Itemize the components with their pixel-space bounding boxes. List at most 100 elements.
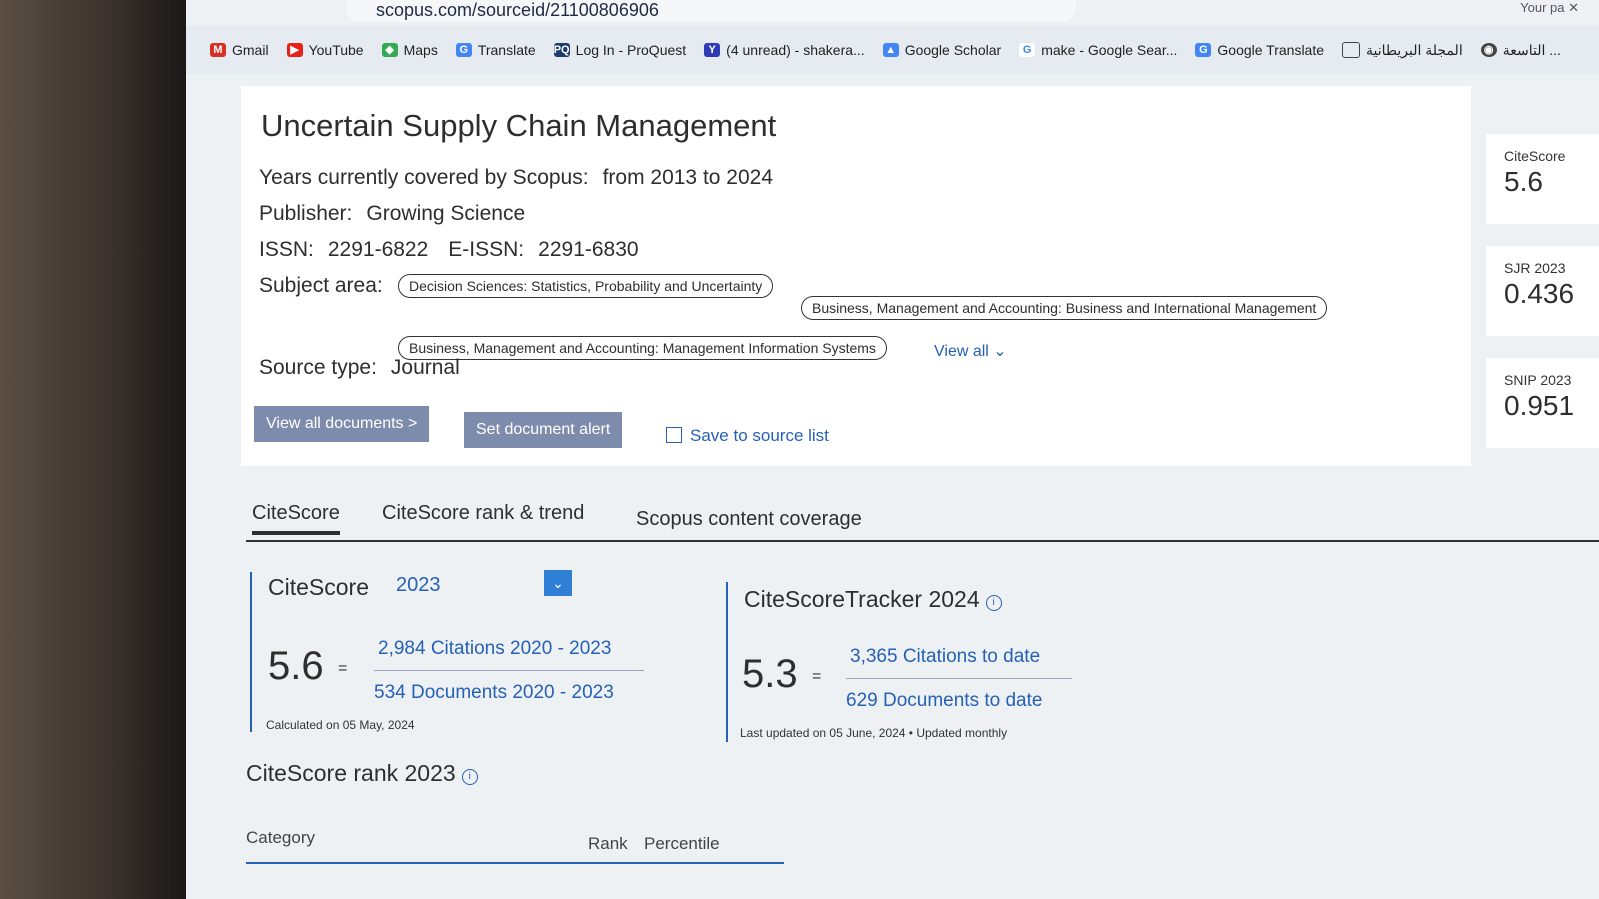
- globe-icon: ◉: [1480, 43, 1497, 57]
- issn-label: ISSN:: [259, 238, 314, 261]
- bookmark-label: Translate: [477, 42, 536, 58]
- tab-citescore-rank-trend[interactable]: CiteScore rank & trend: [382, 502, 584, 525]
- bookmark-label: Log In - ProQuest: [575, 42, 687, 58]
- scopus-source-page: Uncertain Supply Chain Management Years …: [186, 76, 1599, 899]
- metric-label: SNIP 2023: [1504, 372, 1572, 388]
- profile-label: Your pa: [1520, 0, 1565, 15]
- years-value: from 2013 to 2024: [602, 166, 774, 189]
- view-all-documents-button[interactable]: View all documents >: [254, 406, 430, 442]
- bookmark-label: Maps: [403, 42, 438, 58]
- issn-value: 2291-6822: [327, 238, 429, 261]
- screen: scopus.com/sourceid/21100806906 Your pa …: [186, 0, 1599, 899]
- sjr-metric[interactable]: SJR 2023 0.436: [1486, 246, 1599, 336]
- citescore-value: 5.6: [268, 644, 324, 688]
- bookmark-gmail[interactable]: M Gmail: [210, 42, 269, 58]
- citescore-metric[interactable]: CiteScore 5.6: [1486, 134, 1599, 224]
- tab-scopus-content-coverage[interactable]: Scopus content coverage: [636, 508, 862, 531]
- fraction-line: [846, 678, 1072, 679]
- bookmark-label: المجلة البريطانية: [1366, 41, 1463, 58]
- column-header-percentile: Percentile: [644, 834, 720, 853]
- tracker-title-text: CiteScoreTracker 2024: [744, 586, 980, 612]
- metric-value: 0.436: [1504, 278, 1575, 309]
- snip-metric[interactable]: SNIP 2023 0.951: [1486, 358, 1599, 448]
- year-select[interactable]: 2023: [396, 574, 441, 597]
- set-document-alert-button[interactable]: Set document alert: [464, 412, 623, 448]
- bookmark-label: Google Translate: [1217, 42, 1325, 58]
- bookmark-maps[interactable]: ◆ Maps: [381, 42, 438, 58]
- bookmark-globe[interactable]: ◉ التاسعة ...: [1480, 41, 1561, 59]
- translate-icon: G: [1195, 43, 1212, 57]
- eissn-value: 2291-6830: [538, 238, 639, 261]
- subject-chip[interactable]: Business, Management and Accounting: Man…: [398, 336, 887, 360]
- years-label: Years currently covered by Scopus:: [259, 166, 589, 189]
- bookmark-google-translate[interactable]: G Google Translate: [1195, 42, 1324, 58]
- bookmark-yahoo[interactable]: Y (4 unread) - shakera...: [704, 42, 865, 58]
- tracker-value: 5.3: [742, 652, 798, 696]
- source-type-value: Journal: [390, 356, 460, 379]
- chevron-down-icon: ⌄: [552, 575, 564, 591]
- bookmark-label: (4 unread) - shakera...: [726, 42, 865, 58]
- info-icon[interactable]: i: [461, 769, 478, 785]
- address-bar[interactable]: scopus.com/sourceid/21100806906: [346, 0, 1076, 22]
- translate-icon: G: [455, 43, 472, 57]
- folder-icon: [1342, 42, 1361, 58]
- column-header-category: Category: [246, 828, 315, 847]
- page-title: Uncertain Supply Chain Management: [261, 108, 777, 143]
- bookmark-label: التاسعة ...: [1502, 41, 1561, 58]
- citescore-tracker-title: CiteScoreTracker 2024 i: [744, 586, 1002, 613]
- subject-chip[interactable]: Decision Sciences: Statistics, Probabili…: [398, 274, 774, 298]
- bookmark-translate[interactable]: G Translate: [455, 42, 536, 58]
- publisher: Publisher: Growing Science: [259, 202, 525, 226]
- publisher-label: Publisher:: [259, 202, 353, 225]
- publisher-value: Growing Science: [366, 202, 526, 225]
- issn: ISSN: 2291-6822 E-ISSN: 2291-6830: [259, 238, 639, 262]
- citescore-rank-title: CiteScore rank 2023 i: [246, 760, 478, 787]
- info-icon[interactable]: i: [985, 595, 1002, 611]
- gmail-icon: M: [210, 43, 226, 57]
- equals-sign: =: [338, 660, 348, 677]
- year-dropdown-button[interactable]: ⌄: [544, 570, 572, 596]
- metric-value: 5.6: [1504, 166, 1543, 197]
- divider: [250, 572, 252, 732]
- source-details-card: Uncertain Supply Chain Management Years …: [241, 86, 1471, 466]
- bookmark-google-scholar[interactable]: ▲ Google Scholar: [882, 42, 1002, 58]
- bookmark-label: Google Scholar: [904, 42, 1002, 58]
- metric-value: 0.951: [1504, 390, 1575, 421]
- url-text: scopus.com/sourceid/21100806906: [376, 0, 659, 20]
- chevron-down-icon: ⌄: [993, 343, 1007, 360]
- subject-chip[interactable]: Business, Management and Accounting: Bus…: [801, 296, 1328, 320]
- view-all-label: View all: [934, 343, 989, 360]
- bookmark-proquest[interactable]: PQ Log In - ProQuest: [553, 42, 687, 58]
- citescore-citations-link[interactable]: 2,984 Citations 2020 - 2023: [378, 638, 611, 660]
- save-label: Save to source list: [690, 426, 829, 445]
- metrics-tabs: CiteScore CiteScore rank & trend Scopus …: [246, 496, 1599, 542]
- monitor-bezel: [0, 0, 200, 899]
- bookmark-google-search[interactable]: Gmake - Google Sear...: [1019, 42, 1177, 58]
- google-icon: G: [1019, 43, 1036, 57]
- bookmark-label: YouTube: [308, 42, 364, 58]
- eissn-label: E-ISSN:: [448, 238, 525, 261]
- divider: [726, 582, 728, 742]
- tab-citescore[interactable]: CiteScore: [252, 502, 340, 535]
- bookmark-youtube[interactable]: ▶ YouTube: [286, 42, 364, 58]
- citescore-title: CiteScore: [268, 574, 369, 600]
- profile-button[interactable]: Your pa ✕: [1520, 0, 1579, 16]
- save-icon: [666, 427, 682, 443]
- tracker-citations-link[interactable]: 3,365 Citations to date: [850, 646, 1040, 668]
- view-all-subjects-link[interactable]: View all ⌄: [934, 341, 1007, 361]
- bookmark-folder[interactable]: المجلة البريطانية: [1342, 42, 1463, 59]
- fraction-line: [374, 670, 644, 671]
- tracker-documents-link[interactable]: 629 Documents to date: [846, 690, 1042, 712]
- metric-label: CiteScore: [1504, 148, 1566, 164]
- proquest-icon: PQ: [553, 43, 570, 57]
- citescore-documents-link[interactable]: 534 Documents 2020 - 2023: [374, 682, 614, 704]
- youtube-icon: ▶: [286, 43, 303, 57]
- metric-label: SJR 2023: [1504, 260, 1566, 276]
- source-type: Source type: Journal: [259, 356, 460, 380]
- yahoo-icon: Y: [704, 43, 721, 57]
- rank-title-text: CiteScore rank 2023: [246, 760, 456, 786]
- save-to-source-list-link[interactable]: Save to source list: [666, 426, 829, 446]
- source-type-label: Source type:: [259, 356, 377, 379]
- bookmarks-bar: M Gmail ▶ YouTube ◆ Maps G Translate PQ Log I…: [186, 26, 1599, 74]
- years-covered: Years currently covered by Scopus: from 2…: [259, 166, 773, 190]
